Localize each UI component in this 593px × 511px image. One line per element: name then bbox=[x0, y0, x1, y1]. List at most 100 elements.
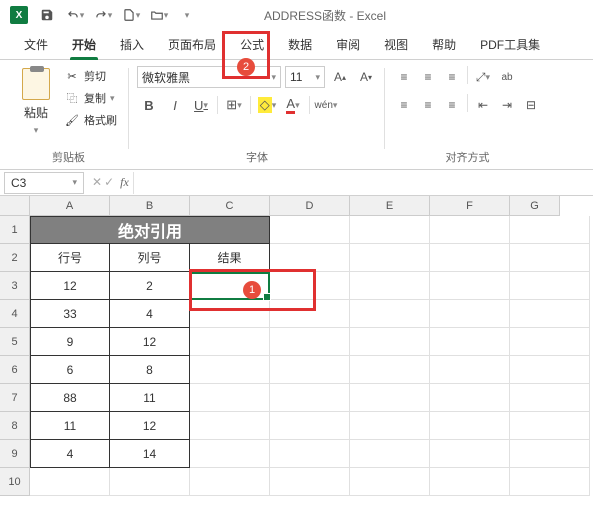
tab-insert[interactable]: 插入 bbox=[108, 30, 156, 60]
cell[interactable] bbox=[350, 216, 430, 244]
merge-button[interactable]: ⊟ bbox=[520, 94, 542, 116]
cell[interactable] bbox=[270, 468, 350, 496]
cell[interactable] bbox=[270, 272, 350, 300]
align-right-button[interactable]: ≡ bbox=[441, 94, 463, 116]
cell[interactable] bbox=[350, 384, 430, 412]
cell[interactable] bbox=[430, 384, 510, 412]
cell[interactable]: 9 bbox=[30, 328, 110, 356]
col-header-d[interactable]: D bbox=[270, 196, 350, 216]
align-left-button[interactable]: ≡ bbox=[393, 94, 415, 116]
row-header-3[interactable]: 3 bbox=[0, 272, 30, 300]
tab-review[interactable]: 审阅 bbox=[324, 30, 372, 60]
cell[interactable] bbox=[510, 384, 590, 412]
row-header-4[interactable]: 4 bbox=[0, 300, 30, 328]
cell[interactable] bbox=[30, 468, 110, 496]
bold-button[interactable]: B bbox=[137, 94, 161, 116]
phonetic-button[interactable]: wén▾ bbox=[314, 94, 338, 116]
row-header-2[interactable]: 2 bbox=[0, 244, 30, 272]
font-size-select[interactable]: 11▾ bbox=[285, 66, 325, 88]
col-header-b[interactable]: B bbox=[110, 196, 190, 216]
cell[interactable] bbox=[430, 244, 510, 272]
cell[interactable] bbox=[270, 300, 350, 328]
cell[interactable] bbox=[270, 244, 350, 272]
tab-home[interactable]: 开始 bbox=[60, 30, 108, 60]
col-header-e[interactable]: E bbox=[350, 196, 430, 216]
cell[interactable] bbox=[430, 440, 510, 468]
cell[interactable] bbox=[270, 412, 350, 440]
fill-color-button[interactable]: ◇▾ bbox=[255, 94, 279, 116]
formula-bar[interactable] bbox=[133, 172, 593, 194]
row-header-10[interactable]: 10 bbox=[0, 468, 30, 496]
row-header-9[interactable]: 9 bbox=[0, 440, 30, 468]
align-middle-button[interactable]: ≡ bbox=[417, 66, 439, 88]
italic-button[interactable]: I bbox=[163, 94, 187, 116]
row-header-5[interactable]: 5 bbox=[0, 328, 30, 356]
open-file-button[interactable]: ▾ bbox=[148, 4, 170, 26]
cell[interactable]: 列号 bbox=[110, 244, 190, 272]
tab-help[interactable]: 帮助 bbox=[420, 30, 468, 60]
cell[interactable] bbox=[190, 300, 270, 328]
cell[interactable] bbox=[270, 328, 350, 356]
cell[interactable] bbox=[190, 356, 270, 384]
tab-page-layout[interactable]: 页面布局 bbox=[156, 30, 228, 60]
cell[interactable]: 33 bbox=[30, 300, 110, 328]
decrease-indent-button[interactable]: ⇤ bbox=[472, 94, 494, 116]
cell[interactable] bbox=[510, 356, 590, 384]
cell[interactable] bbox=[270, 216, 350, 244]
cell[interactable] bbox=[350, 440, 430, 468]
cell[interactable] bbox=[190, 440, 270, 468]
tab-pdf-tools[interactable]: PDF工具集 bbox=[468, 30, 552, 60]
cell[interactable] bbox=[510, 328, 590, 356]
cell[interactable] bbox=[510, 300, 590, 328]
wrap-text-button[interactable]: ab bbox=[496, 66, 518, 88]
paste-button[interactable]: 粘贴 ▾ bbox=[16, 64, 56, 145]
col-header-c[interactable]: C bbox=[190, 196, 270, 216]
cell[interactable]: 11 bbox=[30, 412, 110, 440]
cell[interactable] bbox=[350, 412, 430, 440]
cell[interactable] bbox=[190, 384, 270, 412]
cell[interactable] bbox=[430, 412, 510, 440]
name-box[interactable]: C3▾ bbox=[4, 172, 84, 194]
cell[interactable] bbox=[270, 384, 350, 412]
copy-button[interactable]: ⿻复制▾ bbox=[60, 88, 121, 108]
redo-button[interactable]: ▾ bbox=[92, 4, 114, 26]
cell[interactable] bbox=[510, 412, 590, 440]
save-button[interactable] bbox=[36, 4, 58, 26]
undo-button[interactable]: ▾ bbox=[64, 4, 86, 26]
cell[interactable] bbox=[510, 440, 590, 468]
cell[interactable]: 12 bbox=[110, 328, 190, 356]
tab-file[interactable]: 文件 bbox=[12, 30, 60, 60]
cell[interactable] bbox=[430, 300, 510, 328]
cell[interactable]: 4 bbox=[110, 300, 190, 328]
font-color-button[interactable]: A▾ bbox=[281, 94, 305, 116]
cell[interactable] bbox=[510, 468, 590, 496]
col-header-a[interactable]: A bbox=[30, 196, 110, 216]
orientation-button[interactable]: ⤢▾ bbox=[472, 66, 494, 88]
cell[interactable]: 11 bbox=[110, 384, 190, 412]
underline-button[interactable]: U▾ bbox=[189, 94, 213, 116]
cell[interactable] bbox=[190, 328, 270, 356]
select-all-corner[interactable] bbox=[0, 196, 30, 216]
cell[interactable] bbox=[430, 468, 510, 496]
decrease-font-button[interactable]: A▾ bbox=[355, 66, 377, 88]
format-painter-button[interactable]: 🖌格式刷 bbox=[60, 110, 121, 130]
row-header-1[interactable]: 1 bbox=[0, 216, 30, 244]
align-center-button[interactable]: ≡ bbox=[417, 94, 439, 116]
cell[interactable] bbox=[510, 272, 590, 300]
cell[interactable]: 2 bbox=[110, 272, 190, 300]
cell[interactable]: 88 bbox=[30, 384, 110, 412]
increase-font-button[interactable]: A▴ bbox=[329, 66, 351, 88]
cell[interactable]: 结果 bbox=[190, 244, 270, 272]
cell[interactable] bbox=[510, 244, 590, 272]
tab-data[interactable]: 数据 bbox=[276, 30, 324, 60]
increase-indent-button[interactable]: ⇥ bbox=[496, 94, 518, 116]
cell[interactable] bbox=[510, 216, 590, 244]
cell[interactable] bbox=[270, 356, 350, 384]
cell[interactable]: 绝对引用 bbox=[30, 216, 270, 244]
cell[interactable] bbox=[270, 440, 350, 468]
cell[interactable]: 12 bbox=[110, 412, 190, 440]
tab-view[interactable]: 视图 bbox=[372, 30, 420, 60]
cell[interactable] bbox=[430, 272, 510, 300]
tab-formulas[interactable]: 公式 bbox=[228, 30, 276, 60]
row-header-7[interactable]: 7 bbox=[0, 384, 30, 412]
